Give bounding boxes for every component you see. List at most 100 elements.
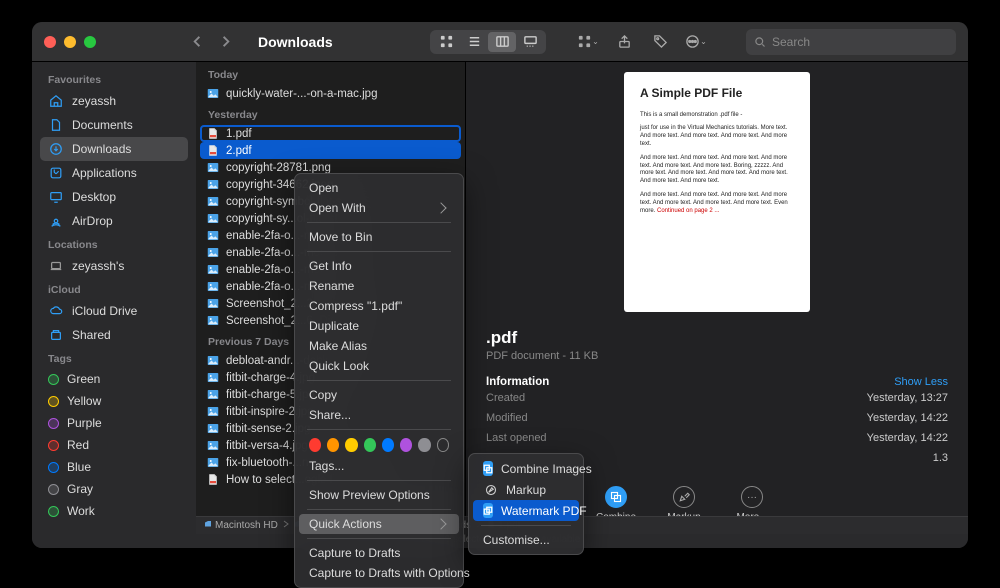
- tag-color-icon: [48, 374, 59, 385]
- menu-item-quick-look[interactable]: Quick Look: [299, 356, 459, 376]
- img-file-icon: [206, 87, 220, 101]
- menu-item-capture-to-drafts-with-options[interactable]: Capture to Drafts with Options: [299, 563, 459, 583]
- menu-item-show-preview-options[interactable]: Show Preview Options: [299, 485, 459, 505]
- list-view-button[interactable]: [460, 32, 488, 52]
- sidebar-item-label: zeyassh's: [72, 259, 124, 273]
- back-button[interactable]: [184, 31, 210, 53]
- group-by-button[interactable]: ⌄: [574, 30, 602, 54]
- window-controls: [44, 36, 96, 48]
- sidebar-item-yellow[interactable]: Yellow: [40, 390, 188, 412]
- maximize-button[interactable]: [84, 36, 96, 48]
- submenu-item-combine-images[interactable]: Combine Images: [473, 458, 579, 479]
- sidebar-item-shared[interactable]: Shared: [40, 323, 188, 347]
- file-label: quickly-water-...-on-a-mac.jpg: [226, 88, 377, 100]
- menu-item-open-with[interactable]: Open With: [299, 198, 459, 218]
- menu-item-compress--1-pdf-[interactable]: Compress "1.pdf": [299, 296, 459, 316]
- submenu-item-customise---[interactable]: Customise...: [473, 530, 579, 550]
- sidebar-item-zeyassh[interactable]: zeyassh: [40, 89, 188, 113]
- tags-button[interactable]: [646, 30, 674, 54]
- gallery-view-button[interactable]: [516, 32, 544, 52]
- home-icon: [48, 93, 64, 109]
- tag-color-button[interactable]: [309, 438, 321, 452]
- desktop-icon: [48, 189, 64, 205]
- sidebar-section-header: Tags: [40, 347, 188, 368]
- tag-color-button[interactable]: [400, 438, 412, 452]
- close-button[interactable]: [44, 36, 56, 48]
- sidebar-item-documents[interactable]: Documents: [40, 113, 188, 137]
- tag-color-button[interactable]: [364, 438, 376, 452]
- img-file-icon: [206, 371, 220, 385]
- tag-color-icon: [48, 462, 59, 473]
- search-input[interactable]: Search: [746, 29, 956, 55]
- forward-button[interactable]: [212, 31, 238, 53]
- file-item[interactable]: quickly-water-...-on-a-mac.jpg: [196, 85, 465, 102]
- sidebar-item-applications[interactable]: Applications: [40, 161, 188, 185]
- img-file-icon: [206, 178, 220, 192]
- sidebar-section-header: Favourites: [40, 68, 188, 89]
- menu-item-get-info[interactable]: Get Info: [299, 256, 459, 276]
- sidebar-item-airdrop[interactable]: AirDrop: [40, 209, 188, 233]
- sidebar-item-label: Green: [67, 372, 100, 386]
- sidebar-item-label: Red: [67, 438, 89, 452]
- menu-item-copy[interactable]: Copy: [299, 385, 459, 405]
- img-file-icon: [206, 422, 220, 436]
- pdf-file-icon: [206, 144, 220, 158]
- quick-action-icon: [605, 486, 627, 508]
- download-icon: [48, 141, 64, 157]
- sidebar-section-header: iCloud: [40, 278, 188, 299]
- watermark-icon: [483, 503, 493, 518]
- menu-item-capture-to-drafts[interactable]: Capture to Drafts: [299, 543, 459, 563]
- file-label: 2.pdf: [226, 145, 252, 157]
- file-item[interactable]: 2.pdf: [200, 142, 461, 159]
- submenu-item-watermark-pdf[interactable]: Watermark PDF: [473, 500, 579, 521]
- tag-color-icon: [48, 418, 59, 429]
- sidebar-item-icloud-drive[interactable]: iCloud Drive: [40, 299, 188, 323]
- column-view-button[interactable]: [488, 32, 516, 52]
- submenu-chevron-icon: [435, 202, 446, 213]
- menu-item-tags---[interactable]: Tags...: [299, 456, 459, 476]
- quick-action-icon: [673, 486, 695, 508]
- path-crumb[interactable]: Macintosh HD: [204, 520, 278, 531]
- tag-color-button[interactable]: [418, 438, 430, 452]
- menu-item-open[interactable]: Open: [299, 178, 459, 198]
- sidebar-item-purple[interactable]: Purple: [40, 412, 188, 434]
- menu-item-duplicate[interactable]: Duplicate: [299, 316, 459, 336]
- file-item[interactable]: 1.pdf: [200, 125, 461, 142]
- menu-item-rename[interactable]: Rename: [299, 276, 459, 296]
- shared-icon: [48, 327, 64, 343]
- sidebar-item-zeyassh-s[interactable]: zeyassh's: [40, 254, 188, 278]
- sidebar-item-blue[interactable]: Blue: [40, 456, 188, 478]
- sidebar-item-downloads[interactable]: Downloads: [40, 137, 188, 161]
- menu-item-make-alias[interactable]: Make Alias: [299, 336, 459, 356]
- window-title: Downloads: [258, 34, 333, 50]
- doc-icon: [48, 117, 64, 133]
- sidebar-item-red[interactable]: Red: [40, 434, 188, 456]
- sidebar-item-green[interactable]: Green: [40, 368, 188, 390]
- menu-item-share---[interactable]: Share...: [299, 405, 459, 425]
- show-less-button[interactable]: Show Less: [894, 376, 948, 388]
- sidebar-item-label: Gray: [67, 482, 93, 496]
- sidebar-item-desktop[interactable]: Desktop: [40, 185, 188, 209]
- img-file-icon: [206, 314, 220, 328]
- context-menu: OpenOpen WithMove to BinGet InfoRenameCo…: [294, 173, 464, 588]
- img-file-icon: [206, 263, 220, 277]
- icon-view-button[interactable]: [432, 32, 460, 52]
- action-button[interactable]: ⌄: [682, 30, 710, 54]
- combine-icon: [483, 461, 493, 476]
- minimize-button[interactable]: [64, 36, 76, 48]
- preview-meta: PDF document - 11 KB: [486, 350, 948, 362]
- tag-clear-button[interactable]: [437, 438, 449, 452]
- menu-item-quick-actions[interactable]: Quick Actions: [299, 514, 459, 534]
- sidebar-item-label: iCloud Drive: [72, 304, 137, 318]
- sidebar-item-gray[interactable]: Gray: [40, 478, 188, 500]
- tag-color-button[interactable]: [382, 438, 394, 452]
- sidebar: FavouriteszeyasshDocuments Downloads Appli…: [32, 62, 196, 548]
- tag-color-button[interactable]: [345, 438, 357, 452]
- tag-color-button[interactable]: [327, 438, 339, 452]
- submenu-item-markup[interactable]: Markup: [473, 479, 579, 500]
- sidebar-item-label: Downloads: [72, 142, 131, 156]
- img-file-icon: [206, 388, 220, 402]
- sidebar-item-work[interactable]: Work: [40, 500, 188, 522]
- menu-item-move-to-bin[interactable]: Move to Bin: [299, 227, 459, 247]
- share-button[interactable]: [610, 30, 638, 54]
